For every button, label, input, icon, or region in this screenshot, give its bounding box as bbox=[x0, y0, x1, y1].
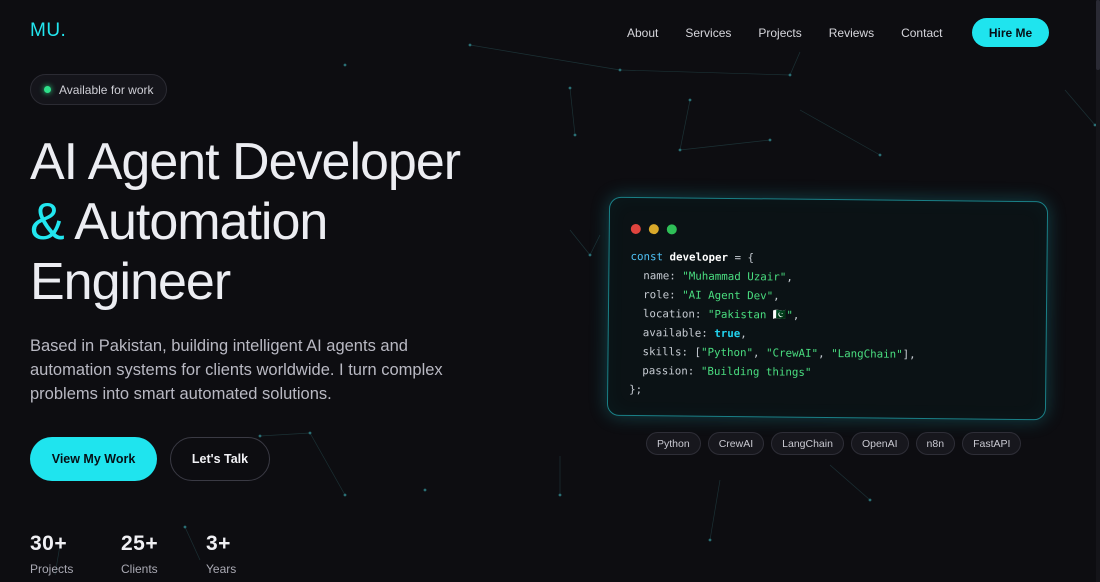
code-string: "Building things" bbox=[700, 364, 812, 379]
hero-title-ampersand: & bbox=[30, 193, 65, 251]
nav-reviews[interactable]: Reviews bbox=[829, 26, 874, 40]
main-nav: About Services Projects Reviews Contact bbox=[627, 26, 942, 40]
minimize-dot-icon bbox=[648, 224, 659, 235]
code-string: "Pakistan 🇵🇰" bbox=[707, 307, 793, 322]
code-key: skills: bbox=[629, 344, 695, 359]
tech-tag: FastAPI bbox=[962, 432, 1022, 455]
hire-me-button[interactable]: Hire Me bbox=[972, 18, 1049, 47]
code-punct: = { bbox=[728, 250, 755, 265]
code-variable: developer bbox=[669, 250, 729, 264]
close-dot-icon bbox=[630, 223, 641, 235]
code-punct: , bbox=[909, 347, 916, 361]
hero-title-line1: AI Agent Developer bbox=[30, 133, 461, 191]
code-string: "LangChain" bbox=[831, 347, 903, 361]
hero-subtitle: Based in Pakistan, building intelligent … bbox=[30, 337, 443, 403]
code-punct: , bbox=[786, 270, 793, 284]
stat-years: 3+ Years bbox=[206, 532, 236, 576]
code-punct: }; bbox=[629, 382, 643, 397]
nav-contact[interactable]: Contact bbox=[901, 26, 942, 40]
status-dot-icon bbox=[44, 86, 51, 93]
stat-value: 3+ bbox=[206, 532, 231, 555]
tech-tag: n8n bbox=[915, 432, 956, 455]
code-key: name: bbox=[630, 268, 683, 283]
code-snippet: const developer = { name: "Muhammad Uzai… bbox=[629, 247, 917, 402]
stat-value: 30+ bbox=[30, 532, 68, 555]
availability-text: Available for work bbox=[59, 82, 154, 97]
code-bool: true bbox=[714, 326, 741, 341]
site-logo[interactable]: MU. bbox=[30, 20, 66, 42]
view-my-work-button[interactable]: View My Work bbox=[30, 437, 157, 481]
code-key: role: bbox=[630, 287, 683, 302]
code-line: passion: "Building things" bbox=[629, 361, 915, 383]
tech-tag: CrewAI bbox=[707, 432, 765, 455]
tech-tag: LangChain bbox=[771, 432, 844, 455]
lets-talk-button[interactable]: Let's Talk bbox=[170, 437, 270, 481]
tech-tags: Python CrewAI LangChain OpenAI n8n FastAPI bbox=[646, 432, 1028, 455]
nav-services[interactable]: Services bbox=[685, 26, 731, 40]
availability-badge: Available for work bbox=[30, 74, 167, 105]
stat-value: 25+ bbox=[121, 532, 159, 555]
code-punct: , bbox=[792, 308, 800, 322]
stat-label: Clients bbox=[121, 562, 158, 576]
window-controls bbox=[630, 223, 677, 235]
stat-label: Years bbox=[206, 562, 237, 576]
hero-title-line3: Engineer bbox=[30, 253, 231, 311]
page-scrollbar[interactable] bbox=[1096, 0, 1100, 582]
code-keyword: const bbox=[630, 249, 664, 264]
tech-tag: OpenAI bbox=[850, 432, 909, 455]
stat-clients: 25+ Clients bbox=[121, 532, 158, 576]
code-key: location: bbox=[629, 306, 709, 321]
hero-title-line2: Automation bbox=[74, 193, 328, 251]
code-key: passion: bbox=[629, 363, 701, 378]
code-punct: , bbox=[773, 289, 780, 303]
code-string: "AI Agent Dev" bbox=[682, 288, 774, 303]
code-card: const developer = { name: "Muhammad Uzai… bbox=[606, 196, 1049, 421]
maximize-dot-icon bbox=[666, 224, 677, 235]
code-punct: , bbox=[740, 327, 747, 341]
stat-projects: 30+ Projects bbox=[30, 532, 73, 576]
scrollbar-thumb[interactable] bbox=[1096, 0, 1100, 70]
nav-about[interactable]: About bbox=[627, 26, 658, 40]
code-string: "Muhammad Uzair" bbox=[682, 269, 787, 284]
code-punct: , bbox=[753, 346, 767, 360]
code-string: "CrewAI" bbox=[766, 346, 819, 360]
tech-tag: Python bbox=[646, 432, 701, 455]
code-string: "Python" bbox=[700, 345, 754, 360]
code-punct: , bbox=[818, 346, 832, 361]
hero-title: AI Agent Developer & Automation Engineer bbox=[30, 132, 461, 312]
stat-label: Projects bbox=[30, 562, 74, 576]
nav-projects[interactable]: Projects bbox=[758, 26, 801, 40]
code-line: }; bbox=[629, 380, 915, 402]
code-key: available: bbox=[629, 325, 715, 340]
